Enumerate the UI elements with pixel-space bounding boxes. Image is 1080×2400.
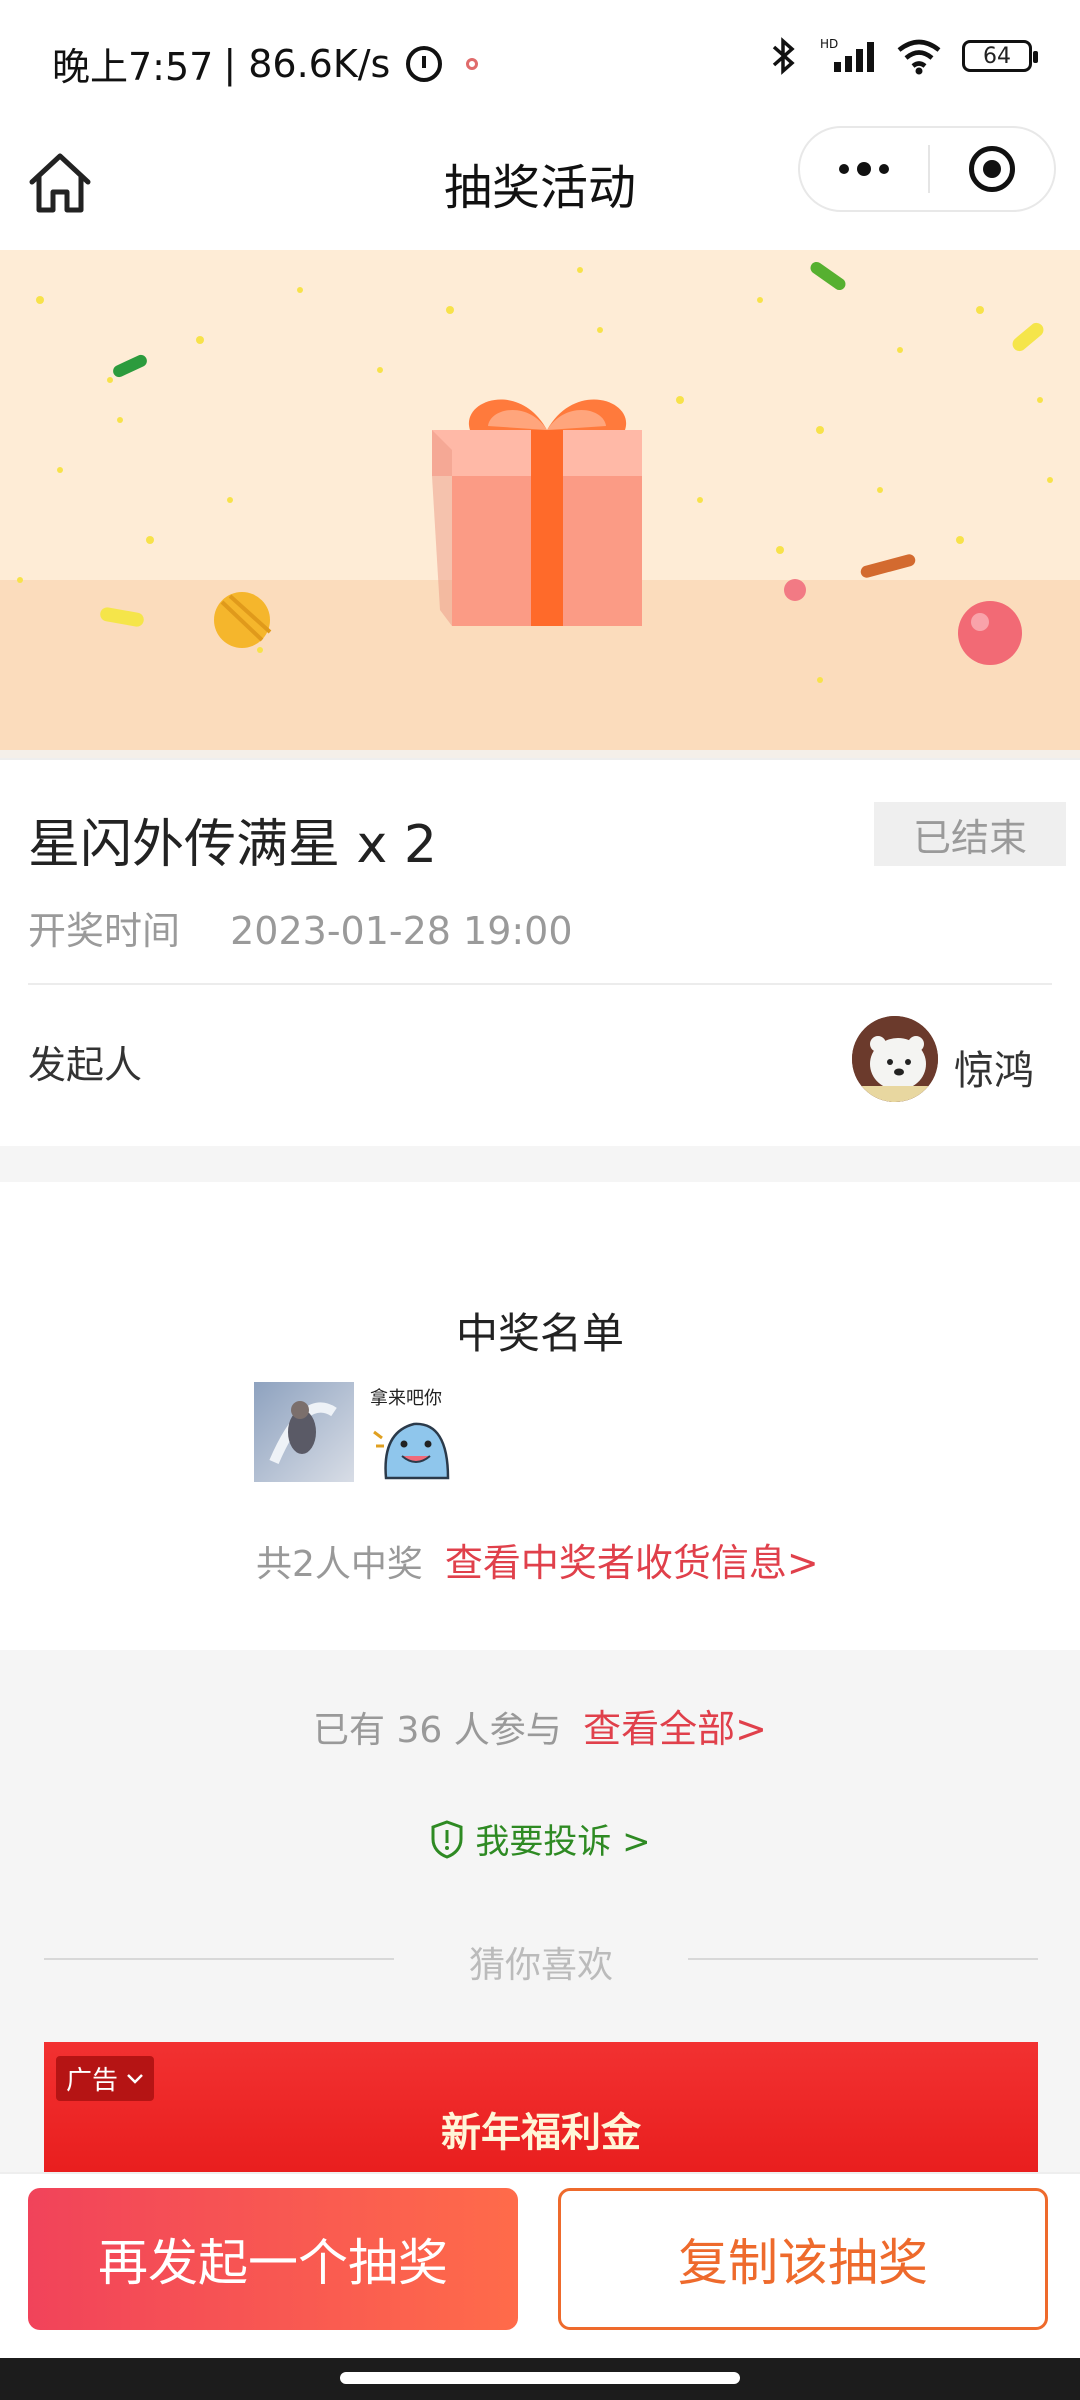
ad-tag-label: 广告	[66, 2066, 119, 2096]
winner-avatar[interactable]: 拿来吧你	[364, 1382, 464, 1482]
shipping-info-link[interactable]: 查看中奖者收货信息>	[445, 1532, 819, 1587]
initiator-name: 惊鸿	[954, 1048, 1034, 1094]
complain-label: 我要投诉 >	[475, 1822, 651, 1862]
complain-button[interactable]: 我要投诉 >	[0, 1814, 1080, 1863]
battery-level: 64	[983, 43, 1011, 69]
more-button[interactable]	[800, 162, 928, 176]
view-all-link[interactable]: 查看全部>	[583, 1707, 767, 1751]
gift-illustration	[0, 250, 1080, 758]
close-miniprogram-button[interactable]	[930, 146, 1054, 192]
winner-avatar-image	[254, 1382, 354, 1482]
winner-avatar-image: 拿来吧你	[364, 1382, 464, 1482]
target-icon	[969, 146, 1015, 192]
prize-banner	[0, 250, 1080, 758]
bluetooth-icon	[772, 37, 795, 75]
winners-section: 中奖名单 拿来吧你 共2人中奖 查看中奖者收货信息>	[0, 1182, 1080, 1650]
initiator-label: 发起人	[28, 1043, 143, 1087]
status-bar: 晚上7:57 | 86.6K/s HD 64	[0, 0, 1080, 120]
draw-time-row: 开奖时间 2023-01-28 19:00	[28, 900, 573, 955]
participants-row: 已有 36 人参与 查看全部>	[0, 1698, 1080, 1753]
alarm-icon	[406, 45, 443, 82]
status-badge: 已结束	[874, 802, 1066, 866]
more-dot-icon	[857, 162, 871, 176]
svg-text:拿来吧你: 拿来吧你	[370, 1387, 442, 1409]
status-speed: | 86.6K/s	[223, 41, 391, 86]
chevron-down-icon	[127, 2073, 143, 2084]
more-dot-icon	[839, 164, 849, 174]
participants-section: 已有 36 人参与 查看全部> 我要投诉 > 猜你喜欢 广告 新年福利金	[0, 1650, 1080, 2182]
prize-info-card: 星闪外传满星 x 2 已结束 开奖时间 2023-01-28 19:00 发起人…	[0, 758, 1080, 1146]
shield-alert-icon	[431, 1819, 463, 1859]
bottom-action-bar: 再发起一个抽奖 复制该抽奖	[0, 2172, 1080, 2358]
recommend-title: 猜你喜欢	[468, 1945, 613, 1986]
draw-time-value: 2023-01-28 19:00	[230, 909, 573, 953]
status-left: 晚上7:57 | 86.6K/s	[52, 36, 479, 91]
winners-count-row: 共2人中奖 查看中奖者收货信息>	[256, 1532, 819, 1587]
system-gesture-bar	[0, 2358, 1080, 2400]
miniprogram-capsule	[798, 126, 1056, 212]
wifi-icon	[897, 39, 941, 75]
draw-time-label: 开奖时间	[28, 909, 181, 953]
signal-icon: HD	[820, 37, 874, 72]
winners-count: 共2人中奖	[256, 1544, 423, 1585]
section-spacer	[0, 1146, 1080, 1182]
restart-lottery-button[interactable]: 再发起一个抽奖	[28, 2188, 518, 2330]
ad-title: 新年福利金	[441, 2110, 641, 2156]
status-right: HD 64	[768, 36, 1038, 76]
winner-avatar[interactable]	[254, 1382, 354, 1482]
home-indicator[interactable]	[340, 2372, 740, 2384]
ad-banner[interactable]: 广告 新年福利金	[44, 2042, 1038, 2182]
divider	[28, 983, 1052, 985]
divider	[688, 1958, 1038, 1960]
recommend-header: 猜你喜欢	[44, 1928, 1038, 1988]
more-dot-icon	[879, 164, 889, 174]
notification-dot-icon	[466, 57, 479, 70]
copy-lottery-button[interactable]: 复制该抽奖	[558, 2188, 1048, 2330]
svg-text:HD: HD	[820, 37, 838, 51]
participants-count: 已有 36 人参与	[313, 1710, 562, 1751]
battery-icon: 64	[962, 40, 1038, 72]
initiator-avatar[interactable]	[852, 1016, 938, 1102]
status-time: 晚上7:57	[52, 45, 214, 89]
prize-title: 星闪外传满星 x 2	[28, 815, 437, 875]
nav-bar: 抽奖活动	[0, 120, 1080, 250]
ad-tag[interactable]: 广告	[56, 2056, 155, 2101]
winners-title: 中奖名单	[455, 1309, 624, 1358]
bear-avatar-icon	[852, 1016, 938, 1102]
